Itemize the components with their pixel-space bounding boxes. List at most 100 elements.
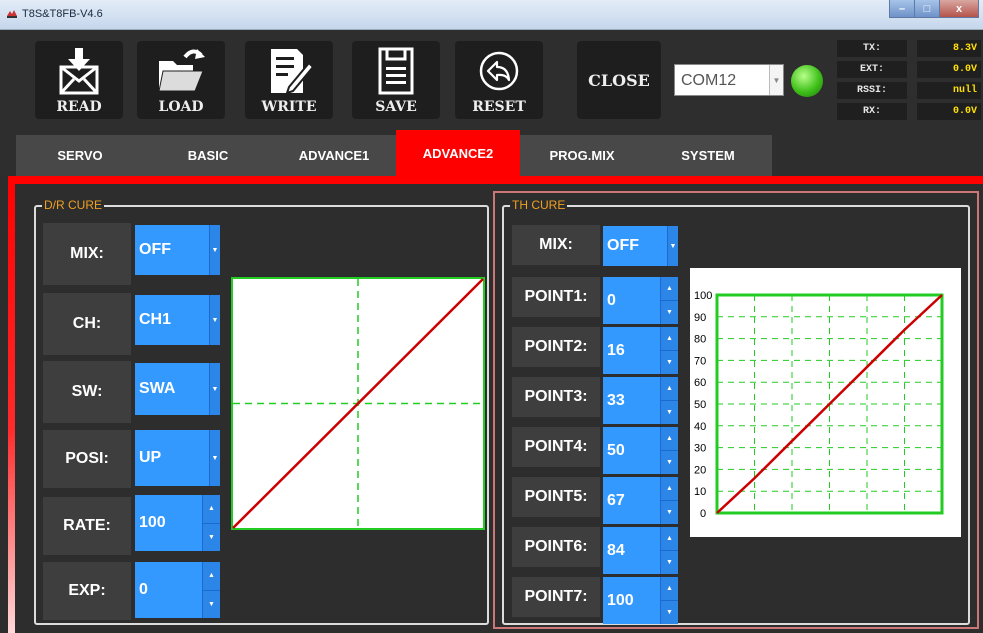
read-label: READ	[56, 99, 102, 115]
th-point-label: POINT6:	[512, 527, 600, 567]
spin-up-icon[interactable]: ▲	[661, 577, 678, 600]
th-point-value: 67	[607, 491, 625, 509]
com-port-value: COM12	[681, 72, 737, 89]
spin-up-icon[interactable]: ▲	[203, 495, 220, 523]
dr-curve-chart	[231, 277, 485, 530]
spin-up-icon[interactable]: ▲	[661, 527, 678, 550]
spin-down-icon[interactable]: ▼	[661, 550, 678, 574]
th-curve-chart: 0 10 20 30 40 50 60 70 80 90 100	[694, 290, 944, 520]
spin-up-icon[interactable]: ▲	[661, 327, 678, 350]
y-tick-label: 10	[694, 486, 706, 498]
spin-up-icon[interactable]: ▲	[203, 562, 220, 590]
ext-label: EXT:	[837, 61, 907, 78]
spin-down-icon[interactable]: ▼	[661, 350, 678, 374]
dropdown-arrow-icon[interactable]: ▼	[209, 430, 220, 486]
dr-ch-dropdown[interactable]: CH1 ▼	[135, 295, 220, 345]
window-title: T8S&T8FB-V4.6	[22, 8, 103, 20]
com-port-select[interactable]: COM12 ▼	[674, 64, 784, 96]
dropdown-arrow-icon[interactable]: ▼	[209, 363, 220, 415]
tab-advance1[interactable]: ADVANCE1	[272, 135, 396, 176]
dropdown-arrow-icon[interactable]: ▼	[209, 225, 220, 275]
th-point-spinner[interactable]: 100 ▲ ▼	[603, 577, 678, 624]
dropdown-arrow-icon[interactable]: ▼	[209, 295, 220, 345]
dr-exp-spinner[interactable]: 0 ▲ ▼	[135, 562, 220, 618]
y-tick-label: 70	[694, 355, 706, 367]
close-button[interactable]: CLOSE	[577, 41, 661, 119]
tab-system[interactable]: SYSTEM	[644, 135, 772, 176]
tab-servo[interactable]: SERVO	[16, 135, 144, 176]
spin-up-icon[interactable]: ▲	[661, 477, 678, 500]
read-mail-icon	[59, 48, 99, 95]
load-button[interactable]: LOAD	[137, 41, 225, 119]
dr-exp-value: 0	[139, 581, 148, 598]
write-label: WRITE	[261, 99, 317, 115]
spin-up-icon[interactable]: ▲	[661, 427, 678, 450]
spin-down-icon[interactable]: ▼	[661, 300, 678, 324]
dr-ch-value: CH1	[139, 311, 172, 328]
th-point-spinner[interactable]: 84 ▲ ▼	[603, 527, 678, 574]
y-tick-label: 30	[694, 443, 706, 455]
tab-advance2[interactable]: ADVANCE2	[396, 130, 520, 176]
reset-arrow-icon	[479, 51, 519, 91]
th-point-value: 50	[607, 441, 625, 459]
tab-prog-mix[interactable]: PROG.MIX	[520, 135, 644, 176]
th-mix-dropdown[interactable]: OFF ▼	[603, 226, 678, 266]
rx-value: 0.0V	[917, 103, 981, 120]
th-point-label: POINT7:	[512, 577, 600, 617]
y-tick-label: 20	[694, 464, 706, 476]
save-label: SAVE	[375, 99, 417, 115]
dropdown-arrow-icon[interactable]: ▼	[667, 226, 678, 266]
spin-down-icon[interactable]: ▼	[661, 450, 678, 474]
dr-posi-value: UP	[139, 449, 162, 466]
rssi-value: null	[917, 82, 981, 99]
th-point-spinner[interactable]: 0 ▲ ▼	[603, 277, 678, 324]
spin-down-icon[interactable]: ▼	[203, 522, 220, 551]
th-point-spinner[interactable]: 50 ▲ ▼	[603, 427, 678, 474]
y-tick-label: 80	[694, 334, 706, 346]
y-tick-label: 0	[700, 508, 706, 520]
ext-value: 0.0V	[917, 61, 981, 78]
tx-label: TX:	[837, 40, 907, 57]
minimize-button[interactable]: –	[889, 0, 915, 18]
th-point-label: POINT2:	[512, 327, 600, 367]
th-cure-title: TH CURE	[510, 198, 568, 212]
th-point-spinner[interactable]: 16 ▲ ▼	[603, 327, 678, 374]
tab-bar: SERVO BASIC ADVANCE1 ADVANCE2 PROG.MIX S…	[0, 130, 983, 176]
tx-value: 8.3V	[917, 40, 981, 57]
spin-up-icon[interactable]: ▲	[661, 277, 678, 300]
dr-posi-dropdown[interactable]: UP ▼	[135, 430, 220, 486]
app-icon	[7, 10, 17, 18]
dr-rate-value: 100	[139, 514, 166, 531]
rssi-label: RSSI:	[837, 82, 907, 99]
write-button[interactable]: WRITE	[245, 41, 333, 119]
th-point-spinner[interactable]: 33 ▲ ▼	[603, 377, 678, 424]
read-button[interactable]: READ	[35, 41, 123, 119]
maximize-button[interactable]: □	[914, 0, 940, 18]
dr-mix-label: MIX:	[43, 223, 131, 285]
th-point-spinner[interactable]: 67 ▲ ▼	[603, 477, 678, 524]
spin-down-icon[interactable]: ▼	[661, 500, 678, 524]
open-folder-icon	[158, 49, 205, 92]
save-button[interactable]: SAVE	[352, 41, 440, 119]
y-tick-label: 40	[694, 421, 706, 433]
dr-rate-spinner[interactable]: 100 ▲ ▼	[135, 495, 220, 551]
y-tick-label: 100	[694, 290, 712, 302]
reset-button[interactable]: RESET	[455, 41, 543, 119]
load-label: LOAD	[158, 99, 204, 115]
chevron-down-icon[interactable]: ▼	[769, 65, 783, 95]
close-window-button[interactable]: x	[939, 0, 979, 18]
dr-exp-label: EXP:	[43, 562, 131, 620]
spin-down-icon[interactable]: ▼	[661, 400, 678, 424]
write-document-icon	[271, 49, 315, 95]
spin-up-icon[interactable]: ▲	[661, 377, 678, 400]
y-tick-label: 90	[694, 312, 706, 324]
tab-basic[interactable]: BASIC	[144, 135, 272, 176]
th-point-label: POINT4:	[512, 427, 600, 467]
title-bar: T8S&T8FB-V4.6 – □ x	[0, 0, 983, 30]
rx-label: RX:	[837, 103, 907, 120]
dr-mix-dropdown[interactable]: OFF ▼	[135, 225, 220, 275]
spin-down-icon[interactable]: ▼	[203, 589, 220, 618]
spin-down-icon[interactable]: ▼	[661, 600, 678, 624]
th-point-value: 100	[607, 591, 634, 609]
dr-sw-dropdown[interactable]: SWA ▼	[135, 363, 220, 415]
